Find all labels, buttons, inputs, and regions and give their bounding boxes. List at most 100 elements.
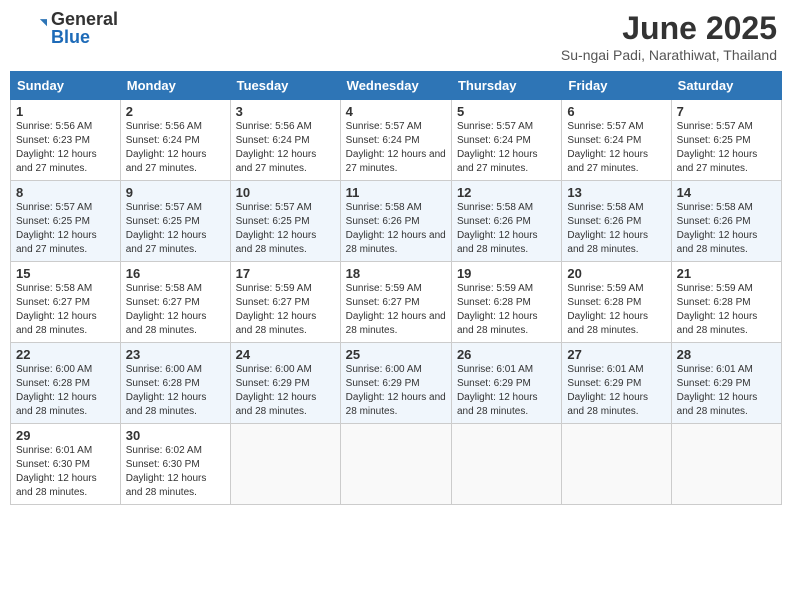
table-row	[671, 424, 781, 505]
day-info: Sunrise: 5:58 AMSunset: 6:26 PMDaylight:…	[567, 201, 665, 257]
calendar-week-row: 29Sunrise: 6:01 AMSunset: 6:30 PMDayligh…	[11, 424, 782, 505]
day-number: 29	[16, 428, 115, 443]
day-info: Sunrise: 5:56 AMSunset: 6:23 PMDaylight:…	[16, 120, 115, 176]
table-row: 6Sunrise: 5:57 AMSunset: 6:24 PMDaylight…	[562, 100, 671, 181]
calendar-week-row: 22Sunrise: 6:00 AMSunset: 6:28 PMDayligh…	[11, 343, 782, 424]
day-info: Sunrise: 5:57 AMSunset: 6:25 PMDaylight:…	[236, 201, 335, 257]
day-info: Sunrise: 5:59 AMSunset: 6:27 PMDaylight:…	[346, 282, 446, 338]
table-row: 9Sunrise: 5:57 AMSunset: 6:25 PMDaylight…	[120, 181, 230, 262]
table-row: 27Sunrise: 6:01 AMSunset: 6:29 PMDayligh…	[562, 343, 671, 424]
logo-general-text: General	[51, 10, 118, 28]
calendar-table: Sunday Monday Tuesday Wednesday Thursday…	[10, 71, 782, 505]
day-info: Sunrise: 5:57 AMSunset: 6:25 PMDaylight:…	[677, 120, 776, 176]
day-info: Sunrise: 5:56 AMSunset: 6:24 PMDaylight:…	[126, 120, 225, 176]
day-info: Sunrise: 5:56 AMSunset: 6:24 PMDaylight:…	[236, 120, 335, 176]
day-number: 30	[126, 428, 225, 443]
day-number: 28	[677, 347, 776, 362]
day-number: 22	[16, 347, 115, 362]
col-saturday: Saturday	[671, 72, 781, 100]
day-number: 5	[457, 104, 556, 119]
day-number: 13	[567, 185, 665, 200]
calendar-header-row: Sunday Monday Tuesday Wednesday Thursday…	[11, 72, 782, 100]
table-row: 25Sunrise: 6:00 AMSunset: 6:29 PMDayligh…	[340, 343, 451, 424]
table-row: 26Sunrise: 6:01 AMSunset: 6:29 PMDayligh…	[451, 343, 561, 424]
table-row: 8Sunrise: 5:57 AMSunset: 6:25 PMDaylight…	[11, 181, 121, 262]
col-sunday: Sunday	[11, 72, 121, 100]
day-info: Sunrise: 6:00 AMSunset: 6:29 PMDaylight:…	[346, 363, 446, 419]
calendar-week-row: 15 Sunrise: 5:58 AMSunset: 6:27 PMDayligh…	[11, 262, 782, 343]
table-row: 14Sunrise: 5:58 AMSunset: 6:26 PMDayligh…	[671, 181, 781, 262]
col-monday: Monday	[120, 72, 230, 100]
day-number: 24	[236, 347, 335, 362]
table-row: 29Sunrise: 6:01 AMSunset: 6:30 PMDayligh…	[11, 424, 121, 505]
logo-blue-text: Blue	[51, 28, 118, 46]
day-info: Sunrise: 6:00 AMSunset: 6:29 PMDaylight:…	[236, 363, 335, 419]
col-wednesday: Wednesday	[340, 72, 451, 100]
day-info: Sunrise: 5:57 AMSunset: 6:25 PMDaylight:…	[126, 201, 225, 257]
day-info: Sunrise: 5:58 AMSunset: 6:27 PMDaylight:…	[126, 282, 225, 338]
table-row: 7Sunrise: 5:57 AMSunset: 6:25 PMDaylight…	[671, 100, 781, 181]
day-info: Sunrise: 5:57 AMSunset: 6:24 PMDaylight:…	[567, 120, 665, 176]
location-title: Su-ngai Padi, Narathiwat, Thailand	[561, 47, 777, 63]
day-info: Sunrise: 6:02 AMSunset: 6:30 PMDaylight:…	[126, 444, 225, 500]
table-row: 12Sunrise: 5:58 AMSunset: 6:26 PMDayligh…	[451, 181, 561, 262]
table-row: 24Sunrise: 6:00 AMSunset: 6:29 PMDayligh…	[230, 343, 340, 424]
table-row	[562, 424, 671, 505]
day-info: Sunrise: 5:59 AMSunset: 6:28 PMDaylight:…	[567, 282, 665, 338]
table-row: 21Sunrise: 5:59 AMSunset: 6:28 PMDayligh…	[671, 262, 781, 343]
table-row: 10Sunrise: 5:57 AMSunset: 6:25 PMDayligh…	[230, 181, 340, 262]
day-info: Sunrise: 5:57 AMSunset: 6:25 PMDaylight:…	[16, 201, 115, 257]
table-row	[340, 424, 451, 505]
calendar-week-row: 1Sunrise: 5:56 AMSunset: 6:23 PMDaylight…	[11, 100, 782, 181]
table-row: 20Sunrise: 5:59 AMSunset: 6:28 PMDayligh…	[562, 262, 671, 343]
day-number: 11	[346, 185, 446, 200]
table-row: 4Sunrise: 5:57 AMSunset: 6:24 PMDaylight…	[340, 100, 451, 181]
day-info: Sunrise: 6:00 AMSunset: 6:28 PMDaylight:…	[126, 363, 225, 419]
day-number: 16	[126, 266, 225, 281]
day-info: Sunrise: 6:01 AMSunset: 6:29 PMDaylight:…	[567, 363, 665, 419]
day-number: 6	[567, 104, 665, 119]
day-info: Sunrise: 5:58 AMSunset: 6:26 PMDaylight:…	[677, 201, 776, 257]
day-info: Sunrise: 6:01 AMSunset: 6:29 PMDaylight:…	[677, 363, 776, 419]
table-row	[230, 424, 340, 505]
table-row: 22Sunrise: 6:00 AMSunset: 6:28 PMDayligh…	[11, 343, 121, 424]
day-number: 1	[16, 104, 115, 119]
day-info: Sunrise: 5:58 AMSunset: 6:26 PMDaylight:…	[346, 201, 446, 257]
table-row: 16Sunrise: 5:58 AMSunset: 6:27 PMDayligh…	[120, 262, 230, 343]
table-row: 2Sunrise: 5:56 AMSunset: 6:24 PMDaylight…	[120, 100, 230, 181]
day-number: 27	[567, 347, 665, 362]
table-row: 13Sunrise: 5:58 AMSunset: 6:26 PMDayligh…	[562, 181, 671, 262]
day-info: Sunrise: 6:00 AMSunset: 6:28 PMDaylight:…	[16, 363, 115, 419]
month-title: June 2025	[561, 10, 777, 47]
table-row: 23Sunrise: 6:00 AMSunset: 6:28 PMDayligh…	[120, 343, 230, 424]
day-info: Sunrise: 5:57 AMSunset: 6:24 PMDaylight:…	[346, 120, 446, 176]
day-number: 20	[567, 266, 665, 281]
day-info: Sunrise: 5:57 AMSunset: 6:24 PMDaylight:…	[457, 120, 556, 176]
logo-icon	[15, 12, 47, 44]
page-header: General Blue June 2025 Su-ngai Padi, Nar…	[10, 10, 782, 63]
day-number: 2	[126, 104, 225, 119]
day-number: 21	[677, 266, 776, 281]
table-row: 17Sunrise: 5:59 AMSunset: 6:27 PMDayligh…	[230, 262, 340, 343]
day-number: 10	[236, 185, 335, 200]
day-number: 8	[16, 185, 115, 200]
logo-text: General Blue	[51, 10, 118, 46]
col-thursday: Thursday	[451, 72, 561, 100]
table-row: 28Sunrise: 6:01 AMSunset: 6:29 PMDayligh…	[671, 343, 781, 424]
table-row	[451, 424, 561, 505]
day-number: 12	[457, 185, 556, 200]
day-number: 18	[346, 266, 446, 281]
calendar-week-row: 8Sunrise: 5:57 AMSunset: 6:25 PMDaylight…	[11, 181, 782, 262]
day-number: 25	[346, 347, 446, 362]
day-number: 14	[677, 185, 776, 200]
table-row: 3Sunrise: 5:56 AMSunset: 6:24 PMDaylight…	[230, 100, 340, 181]
day-number: 4	[346, 104, 446, 119]
col-friday: Friday	[562, 72, 671, 100]
logo: General Blue	[15, 10, 118, 46]
table-row: 18Sunrise: 5:59 AMSunset: 6:27 PMDayligh…	[340, 262, 451, 343]
day-info: Sunrise: 5:59 AMSunset: 6:27 PMDaylight:…	[236, 282, 335, 338]
day-info: Sunrise: 5:59 AMSunset: 6:28 PMDaylight:…	[457, 282, 556, 338]
day-number: 15	[16, 266, 115, 281]
day-number: 7	[677, 104, 776, 119]
table-row: 11Sunrise: 5:58 AMSunset: 6:26 PMDayligh…	[340, 181, 451, 262]
